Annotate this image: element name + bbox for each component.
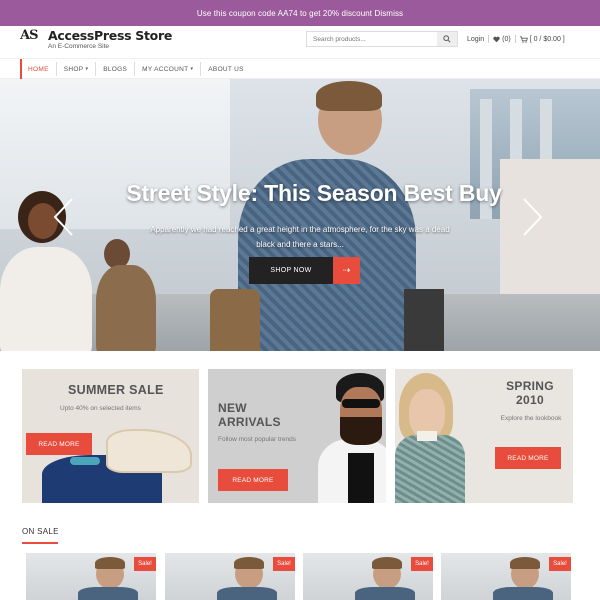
promo-subtitle: Upto 40% on selected items bbox=[60, 405, 141, 412]
site-header: AS AccessPress Store An E-Commerce Site … bbox=[0, 26, 600, 58]
promo-summer-sale[interactable]: SUMMER SALE Upto 40% on selected items R… bbox=[22, 369, 199, 503]
logo-icon[interactable]: AS bbox=[20, 28, 44, 46]
login-link[interactable]: Login bbox=[467, 36, 484, 43]
search-input[interactable] bbox=[307, 32, 439, 46]
wishlist-count: (0) bbox=[502, 35, 511, 43]
promo-new-arrivals[interactable]: NEW ARRIVALS Follow most popular trends … bbox=[208, 369, 386, 503]
shop-now-button[interactable]: SHOP NOW ⇢ bbox=[249, 257, 360, 284]
read-more-button[interactable]: READ MORE bbox=[26, 433, 92, 455]
search-form bbox=[306, 31, 458, 47]
nav-item-my-account-label: MY ACCOUNT bbox=[142, 65, 189, 73]
sale-badge: Sale! bbox=[273, 557, 295, 571]
search-icon bbox=[443, 35, 451, 43]
hero-title: Street Style: This Season Best Buy bbox=[126, 180, 502, 206]
nav-item-my-account[interactable]: MY ACCOUNT ▾ bbox=[138, 59, 197, 79]
nav-item-shop-label: SHOP bbox=[63, 65, 84, 73]
read-more-button[interactable]: READ MORE bbox=[495, 447, 561, 469]
hero-description: Apparently we had reached a great height… bbox=[150, 225, 450, 249]
promo-title: SPRING 2010 bbox=[506, 379, 554, 407]
coupon-bar: Use this coupon code AA74 to get 20% dis… bbox=[0, 0, 600, 26]
slider-next-arrow-icon[interactable] bbox=[522, 197, 544, 237]
promo-spring[interactable]: SPRING 2010 Explore the lookbook READ MO… bbox=[395, 369, 573, 503]
sale-badge: Sale! bbox=[411, 557, 433, 571]
heart-icon bbox=[493, 36, 500, 42]
site-tagline: An E-Commerce Site bbox=[48, 43, 110, 50]
nav-item-blogs[interactable]: BLOGS bbox=[99, 59, 131, 79]
wishlist-link[interactable]: (0) bbox=[493, 36, 511, 43]
nav-active-indicator bbox=[20, 59, 22, 79]
cart-link[interactable]: [ 0 / $0.00 ] bbox=[519, 35, 565, 43]
product-card[interactable]: Sale! bbox=[303, 553, 433, 600]
header-links: Login (0) [ 0 / $0.00 ] bbox=[467, 32, 565, 46]
divider bbox=[55, 62, 57, 76]
section-title: ON SALE bbox=[22, 527, 59, 536]
site-title[interactable]: AccessPress Store bbox=[48, 28, 172, 43]
hero-slider: Street Style: This Season Best Buy Appar… bbox=[0, 79, 600, 351]
promo-subtitle: Follow most popular trends bbox=[218, 436, 297, 443]
dropdown-icon: ▾ bbox=[85, 66, 89, 72]
read-more-button[interactable]: READ MORE bbox=[218, 469, 288, 491]
section-title-underline bbox=[22, 542, 58, 544]
divider bbox=[134, 62, 136, 76]
coupon-text: Use this coupon code AA74 to get 20% dis… bbox=[196, 8, 404, 18]
promo-title: SUMMER SALE bbox=[68, 383, 164, 397]
divider bbox=[514, 35, 516, 43]
cart-summary: [ 0 / $0.00 ] bbox=[529, 35, 565, 43]
divider bbox=[95, 62, 97, 76]
shop-now-label: SHOP NOW bbox=[249, 257, 333, 284]
search-button[interactable] bbox=[437, 32, 457, 46]
arrow-right-icon: ⇢ bbox=[333, 257, 360, 284]
product-card[interactable]: Sale! bbox=[26, 553, 156, 600]
dropdown-icon: ▾ bbox=[190, 66, 194, 72]
cart-icon bbox=[519, 35, 528, 43]
logo-mark-text: AS bbox=[20, 28, 39, 43]
main-nav: HOME SHOP ▾ BLOGS MY ACCOUNT ▾ ABOUT US bbox=[0, 58, 600, 79]
divider bbox=[488, 35, 490, 43]
sale-badge: Sale! bbox=[549, 557, 571, 571]
nav-item-shop[interactable]: SHOP ▾ bbox=[60, 59, 93, 79]
nav-item-home[interactable]: HOME bbox=[24, 59, 53, 79]
sale-badge: Sale! bbox=[134, 557, 156, 571]
product-card[interactable]: Sale! bbox=[165, 553, 295, 600]
product-card[interactable]: Sale! bbox=[441, 553, 571, 600]
nav-item-about-us[interactable]: ABOUT US bbox=[204, 59, 248, 79]
promo-title: NEW ARRIVALS bbox=[218, 401, 281, 429]
slider-prev-arrow-icon[interactable] bbox=[52, 197, 74, 237]
promo-subtitle: Explore the lookbook bbox=[500, 415, 562, 422]
divider bbox=[200, 62, 202, 76]
